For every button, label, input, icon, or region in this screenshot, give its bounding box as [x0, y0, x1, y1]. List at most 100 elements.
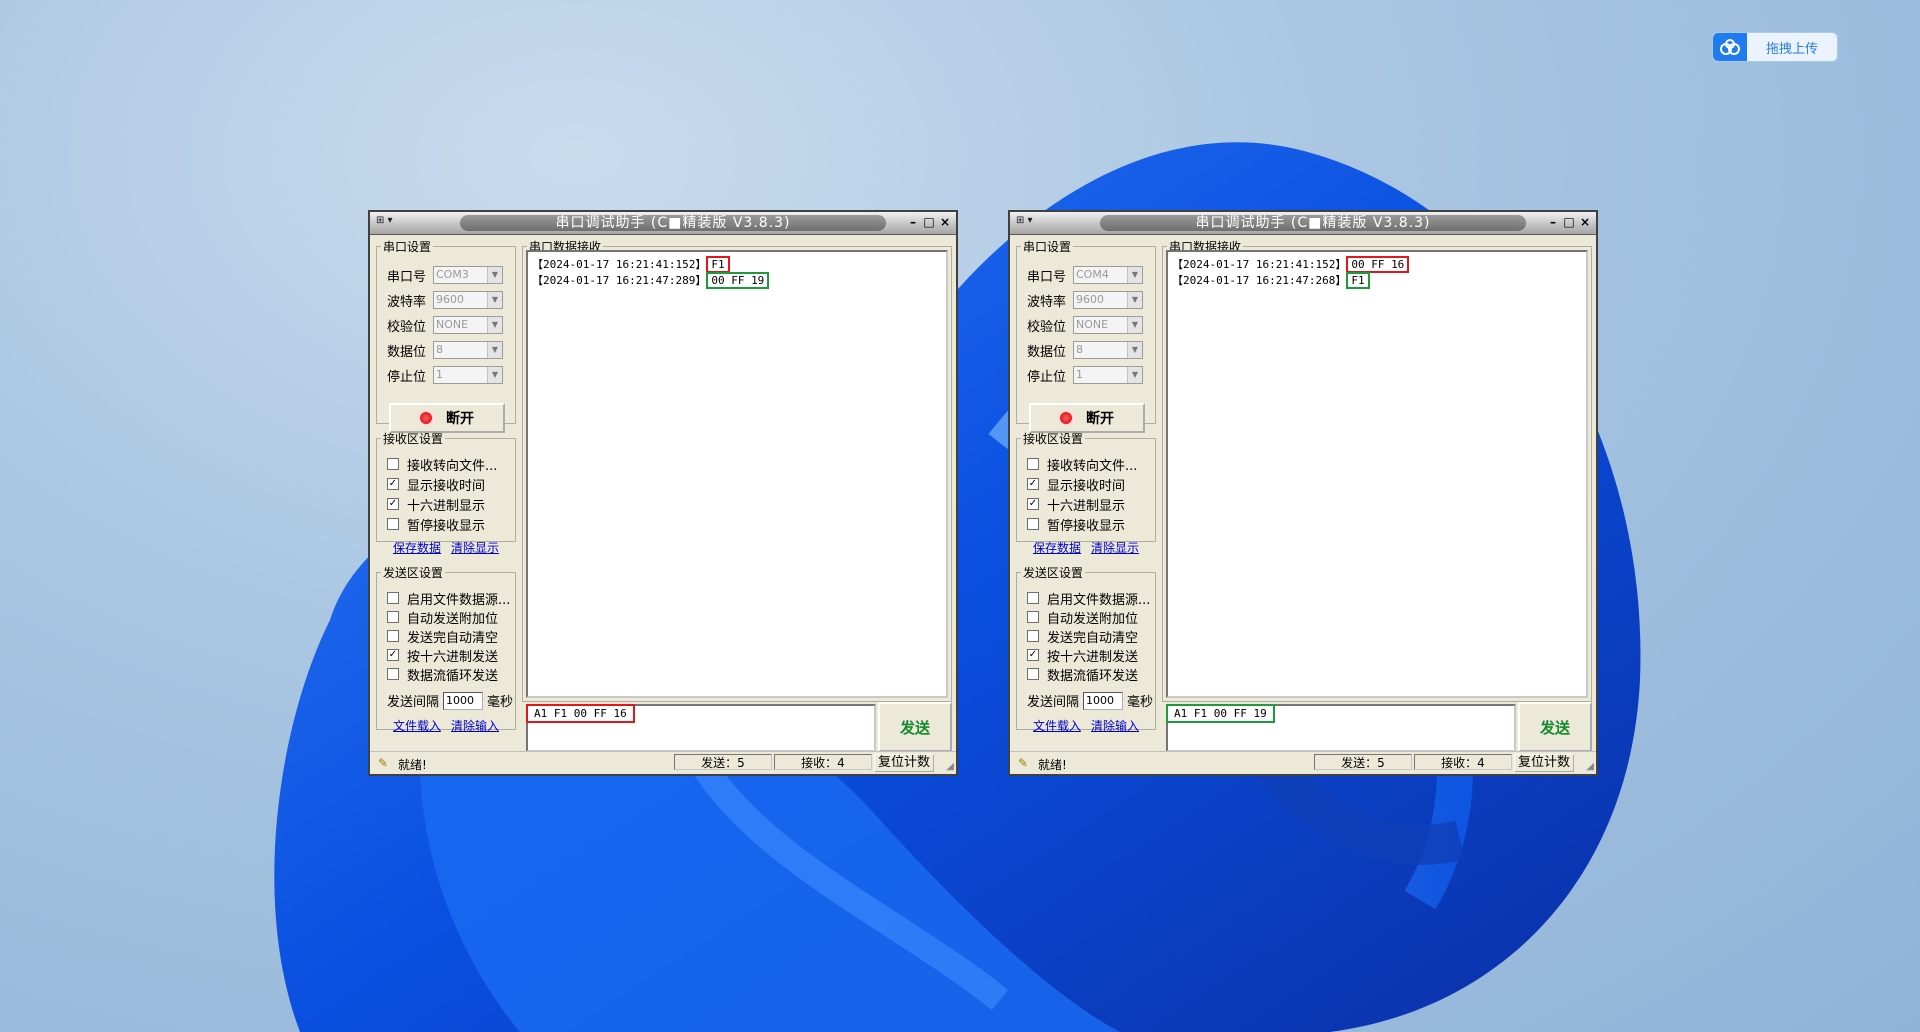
received-count: 接收：4 [774, 754, 872, 770]
save-data-link[interactable]: 保存数据 [393, 539, 441, 556]
title-bar[interactable]: ⊞ ▾ 串口调试助手 (C■精装版 V3.8.3) – □ × [1010, 212, 1596, 235]
system-menu-button[interactable]: ⊞ ▾ [1016, 215, 1052, 229]
baud-select[interactable]: 9600 ▼ [1073, 291, 1143, 309]
recv-option-1[interactable]: ✓ 显示接收时间 [387, 475, 485, 494]
drag-upload-button[interactable]: 拖拽上传 [1712, 32, 1838, 62]
clear-display-link[interactable]: 清除显示 [1091, 539, 1139, 556]
checkbox[interactable] [387, 518, 399, 530]
save-data-link[interactable]: 保存数据 [1033, 539, 1081, 556]
send-button[interactable]: 发送 [878, 702, 952, 752]
received-data-highlight: F1 [1346, 272, 1370, 289]
port-status-led-icon [1060, 412, 1072, 424]
reset-count-button[interactable]: 复位计数 [874, 754, 934, 772]
checkbox[interactable] [387, 611, 399, 623]
file-load-link[interactable]: 文件载入 [393, 717, 441, 734]
send-option-3[interactable]: ✓ 按十六进制发送 [387, 646, 498, 665]
receive-line: 【2024-01-17 16:21:47:289】 00 FF 19 [532, 272, 770, 289]
chevron-down-icon: ▼ [487, 292, 502, 308]
interval-input[interactable]: 1000 [1083, 691, 1124, 710]
serial-settings-group: 串口设置 串口号 COM3 ▼ 波特率 9600 ▼ 校验位 NONE ▼ 数据位 8… [376, 238, 516, 433]
send-input-area[interactable]: A1 F1 00 FF 16 [526, 704, 876, 752]
stopbits-select[interactable]: 1 ▼ [433, 366, 503, 384]
recv-option-3[interactable]: 暂停接收显示 [1027, 515, 1125, 534]
received-count: 接收：4 [1414, 754, 1512, 770]
send-option-0[interactable]: 启用文件数据源... [387, 589, 510, 608]
send-option-4[interactable]: 数据流循环发送 [387, 665, 498, 684]
send-input-area[interactable]: A1 F1 00 FF 19 [1166, 704, 1516, 752]
checkbox[interactable]: ✓ [1027, 649, 1039, 661]
resize-grip-icon[interactable]: ◢ [946, 761, 954, 772]
recv-option-2[interactable]: ✓ 十六进制显示 [387, 495, 485, 514]
recv-option-0[interactable]: 接收转向文件... [1027, 455, 1137, 474]
send-option-4[interactable]: 数据流循环发送 [1027, 665, 1138, 684]
interval-label: 发送间隔 [1027, 695, 1080, 710]
checkbox[interactable] [387, 668, 399, 680]
chevron-down-icon: ▼ [1127, 317, 1142, 333]
recv-option-1[interactable]: ✓ 显示接收时间 [1027, 475, 1125, 494]
databits-select[interactable]: 8 ▼ [433, 341, 503, 359]
databits-select[interactable]: 8 ▼ [1073, 341, 1143, 359]
port-status-led-icon [420, 412, 432, 424]
parity-select[interactable]: NONE ▼ [433, 316, 503, 334]
checkbox[interactable]: ✓ [1027, 478, 1039, 490]
receive-line: 【2024-01-17 16:21:41:152】 F1 [532, 256, 730, 273]
checkbox[interactable] [387, 630, 399, 642]
system-menu-button[interactable]: ⊞ ▾ [376, 215, 412, 229]
checkbox[interactable] [387, 458, 399, 470]
baud-select[interactable]: 9600 ▼ [433, 291, 503, 309]
send-option-3[interactable]: ✓ 按十六进制发送 [1027, 646, 1138, 665]
databits-label: 数据位 [1027, 344, 1067, 360]
checkbox[interactable] [1027, 611, 1039, 623]
port-select[interactable]: COM3 ▼ [433, 266, 503, 284]
title-bar[interactable]: ⊞ ▾ 串口调试助手 (C■精装版 V3.8.3) – □ × [370, 212, 956, 235]
recv-option-2[interactable]: ✓ 十六进制显示 [1027, 495, 1125, 514]
checkbox[interactable] [1027, 518, 1039, 530]
recv-option-3[interactable]: 暂停接收显示 [387, 515, 485, 534]
maximize-icon[interactable]: □ [1562, 214, 1576, 230]
receive-line: 【2024-01-17 16:21:47:268】 F1 [1172, 272, 1370, 289]
send-option-1[interactable]: 自动发送附加位 [387, 608, 498, 627]
stopbits-select[interactable]: 1 ▼ [1073, 366, 1143, 384]
clear-input-link[interactable]: 清除输入 [451, 717, 499, 734]
resize-grip-icon[interactable]: ◢ [1586, 761, 1594, 772]
send-option-0[interactable]: 启用文件数据源... [1027, 589, 1150, 608]
status-bar: ✎ 就绪! 发送：5 接收：4 复位计数 ◢ [1010, 751, 1596, 774]
send-input-value: A1 F1 00 FF 19 [1166, 704, 1275, 723]
checkbox[interactable]: ✓ [1027, 498, 1039, 510]
receive-textarea[interactable]: 【2024-01-17 16:21:41:152】 00 FF 16 【2024-… [1166, 250, 1588, 698]
port-select[interactable]: COM4 ▼ [1073, 266, 1143, 284]
send-option-2[interactable]: 发送完自动清空 [387, 627, 498, 646]
minimize-icon[interactable]: – [1546, 214, 1560, 230]
file-load-link[interactable]: 文件载入 [1033, 717, 1081, 734]
clear-display-link[interactable]: 清除显示 [451, 539, 499, 556]
pencil-icon: ✎ [378, 756, 389, 770]
open-close-port-button[interactable]: 断开 [1029, 403, 1145, 433]
minimize-icon[interactable]: – [906, 214, 920, 230]
send-option-2[interactable]: 发送完自动清空 [1027, 627, 1138, 646]
interval-input[interactable]: 1000 [443, 691, 484, 710]
reset-count-button[interactable]: 复位计数 [1514, 754, 1574, 772]
checkbox[interactable]: ✓ [387, 478, 399, 490]
chevron-down-icon: ▼ [487, 342, 502, 358]
checkbox[interactable] [1027, 630, 1039, 642]
status-ready: 就绪! [398, 758, 427, 772]
recv-option-0[interactable]: 接收转向文件... [387, 455, 497, 474]
checkbox[interactable]: ✓ [387, 498, 399, 510]
serial-assistant-window-1: ⊞ ▾ 串口调试助手 (C■精装版 V3.8.3) – □ × 串口设置 串口号… [368, 210, 958, 776]
close-icon[interactable]: × [1578, 214, 1592, 230]
interval-unit: 毫秒 [1127, 695, 1154, 710]
checkbox[interactable]: ✓ [387, 649, 399, 661]
send-settings-legend: 发送区设置 [1023, 566, 1084, 580]
clear-input-link[interactable]: 清除输入 [1091, 717, 1139, 734]
parity-select[interactable]: NONE ▼ [1073, 316, 1143, 334]
close-icon[interactable]: × [938, 214, 952, 230]
send-button[interactable]: 发送 [1518, 702, 1592, 752]
receive-textarea[interactable]: 【2024-01-17 16:21:41:152】 F1 【2024-01-17 … [526, 250, 948, 698]
send-option-1[interactable]: 自动发送附加位 [1027, 608, 1138, 627]
checkbox[interactable] [387, 592, 399, 604]
checkbox[interactable] [1027, 668, 1039, 680]
maximize-icon[interactable]: □ [922, 214, 936, 230]
checkbox[interactable] [1027, 592, 1039, 604]
checkbox[interactable] [1027, 458, 1039, 470]
open-close-port-button[interactable]: 断开 [389, 403, 505, 433]
